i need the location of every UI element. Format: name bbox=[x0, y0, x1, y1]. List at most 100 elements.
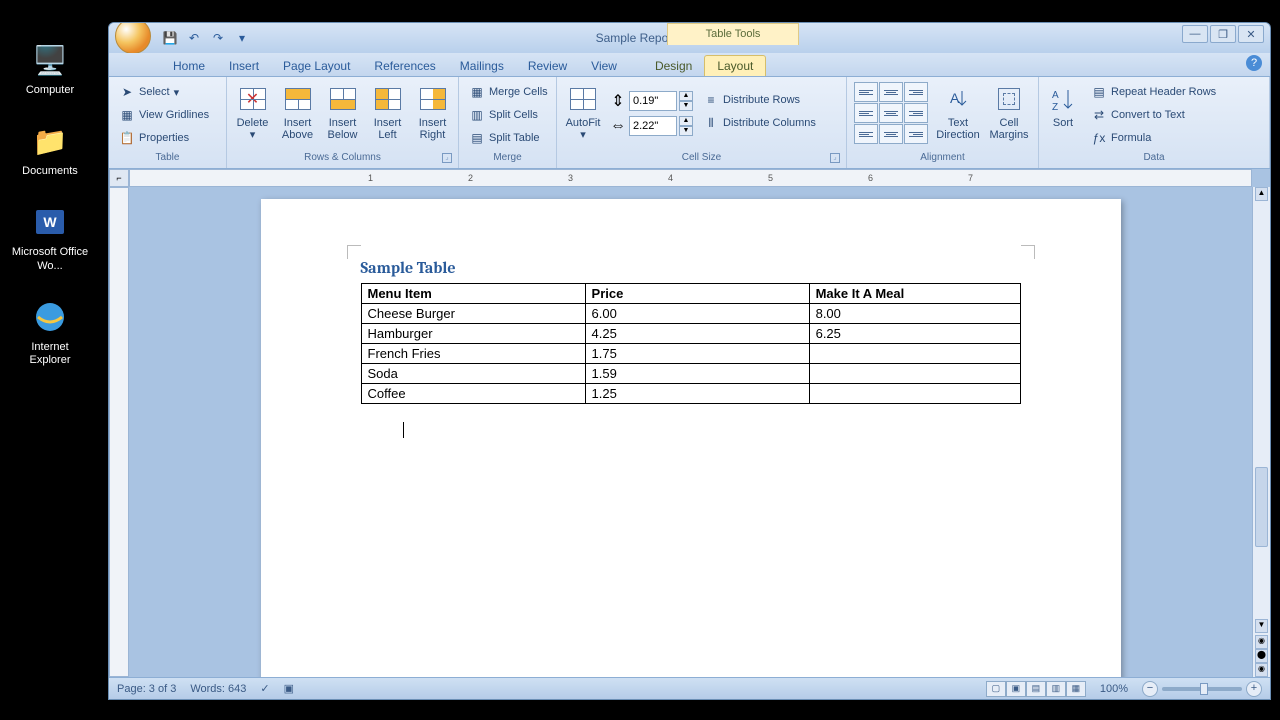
align-bc[interactable] bbox=[879, 124, 903, 144]
distribute-rows-button[interactable]: ≡Distribute Rows bbox=[699, 89, 820, 111]
page[interactable]: Sample Table Menu Item Price Make It A M… bbox=[261, 199, 1121, 677]
close-button[interactable]: ✕ bbox=[1238, 25, 1264, 43]
table-header-row[interactable]: Menu Item Price Make It A Meal bbox=[361, 284, 1020, 304]
tab-view[interactable]: View bbox=[579, 56, 629, 76]
repeat-header-button[interactable]: ▤Repeat Header Rows bbox=[1087, 81, 1220, 103]
tab-page-layout[interactable]: Page Layout bbox=[271, 56, 362, 76]
view-print-layout[interactable]: ▢ bbox=[986, 681, 1006, 697]
table-row[interactable]: French Fries1.75 bbox=[361, 344, 1020, 364]
zoom-slider[interactable] bbox=[1162, 687, 1242, 691]
view-draft[interactable]: ▦ bbox=[1066, 681, 1086, 697]
table-row[interactable]: Soda1.59 bbox=[361, 364, 1020, 384]
word-count[interactable]: Words: 643 bbox=[190, 683, 246, 695]
height-up[interactable]: ▲ bbox=[679, 91, 693, 101]
proofing-icon[interactable]: ✓ bbox=[260, 682, 269, 695]
sort-button[interactable]: AZ Sort bbox=[1043, 79, 1083, 151]
vertical-scrollbar[interactable]: ▲ ▼ ◉ ⬤ ◉ bbox=[1252, 187, 1270, 677]
save-button[interactable]: 💾 bbox=[161, 29, 179, 47]
merge-cells-button[interactable]: ▦Merge Cells bbox=[465, 81, 552, 103]
align-mc[interactable] bbox=[879, 103, 903, 123]
width-up[interactable]: ▲ bbox=[679, 116, 693, 126]
delete-button[interactable]: ✕ Delete▾ bbox=[231, 79, 274, 151]
insert-below-button[interactable]: Insert Below bbox=[321, 79, 364, 151]
cell-size-launcher[interactable]: ⌟ bbox=[830, 153, 840, 163]
row-height-icon: ⇕ bbox=[609, 92, 627, 110]
next-page[interactable]: ◉ bbox=[1255, 663, 1268, 677]
tab-layout[interactable]: Layout bbox=[704, 55, 766, 76]
align-bl[interactable] bbox=[854, 124, 878, 144]
row-height-input[interactable] bbox=[629, 91, 677, 111]
header-meal[interactable]: Make It A Meal bbox=[809, 284, 1020, 304]
desktop-icon-documents[interactable]: 📁 Documents bbox=[10, 121, 90, 178]
ruler-horizontal[interactable]: 1 2 3 4 5 6 7 bbox=[129, 169, 1252, 187]
header-price[interactable]: Price bbox=[585, 284, 809, 304]
qat-dropdown[interactable]: ▾ bbox=[233, 29, 251, 47]
dist-rows-icon: ≡ bbox=[703, 92, 719, 108]
document-heading[interactable]: Sample Table bbox=[361, 259, 1021, 277]
desktop-icon-ie[interactable]: Internet Explorer bbox=[10, 297, 90, 367]
insert-above-button[interactable]: Insert Above bbox=[276, 79, 319, 151]
undo-button[interactable]: ↶ bbox=[185, 29, 203, 47]
ruler-corner[interactable]: ⌐ bbox=[109, 169, 129, 187]
page-scroll[interactable]: Sample Table Menu Item Price Make It A M… bbox=[129, 187, 1252, 677]
align-tc[interactable] bbox=[879, 82, 903, 102]
header-menu-item[interactable]: Menu Item bbox=[361, 284, 585, 304]
view-web[interactable]: ▤ bbox=[1026, 681, 1046, 697]
split-table-button[interactable]: ▤Split Table bbox=[465, 127, 552, 149]
text-direction-button[interactable]: A Text Direction bbox=[933, 79, 983, 151]
zoom-in[interactable]: + bbox=[1246, 681, 1262, 697]
tab-review[interactable]: Review bbox=[516, 56, 579, 76]
view-full-screen[interactable]: ▣ bbox=[1006, 681, 1026, 697]
insert-right-button[interactable]: Insert Right bbox=[411, 79, 454, 151]
scroll-up[interactable]: ▲ bbox=[1255, 187, 1268, 201]
rows-cols-launcher[interactable]: ⌟ bbox=[442, 153, 452, 163]
maximize-button[interactable]: ❐ bbox=[1210, 25, 1236, 43]
tab-mailings[interactable]: Mailings bbox=[448, 56, 516, 76]
sample-table[interactable]: Menu Item Price Make It A Meal Cheese Bu… bbox=[361, 283, 1021, 404]
cell-margins-button[interactable]: Cell Margins bbox=[985, 79, 1033, 151]
browse-object[interactable]: ⬤ bbox=[1255, 649, 1268, 663]
zoom-out[interactable]: − bbox=[1142, 681, 1158, 697]
tab-references[interactable]: References bbox=[362, 56, 447, 76]
tab-design[interactable]: Design bbox=[643, 56, 704, 76]
tab-insert[interactable]: Insert bbox=[217, 56, 271, 76]
align-tr[interactable] bbox=[904, 82, 928, 102]
select-button[interactable]: ➤Select ▾ bbox=[115, 81, 213, 103]
desktop-icon-computer[interactable]: 🖥️ Computer bbox=[10, 40, 90, 97]
align-tl[interactable] bbox=[854, 82, 878, 102]
align-ml[interactable] bbox=[854, 103, 878, 123]
scroll-thumb[interactable] bbox=[1255, 467, 1268, 547]
table-row[interactable]: Coffee1.25 bbox=[361, 384, 1020, 404]
zoom-level[interactable]: 100% bbox=[1100, 683, 1128, 695]
zoom-thumb[interactable] bbox=[1200, 683, 1208, 695]
ruler-vertical[interactable] bbox=[109, 187, 129, 677]
insert-left-button[interactable]: Insert Left bbox=[366, 79, 409, 151]
view-outline[interactable]: ▥ bbox=[1046, 681, 1066, 697]
desktop-icon-word[interactable]: W Microsoft Office Wo... bbox=[10, 202, 90, 272]
autofit-button[interactable]: AutoFit▾ bbox=[561, 79, 605, 151]
prev-page[interactable]: ◉ bbox=[1255, 635, 1268, 649]
macro-icon[interactable]: ▣ bbox=[284, 682, 294, 695]
width-down[interactable]: ▼ bbox=[679, 126, 693, 136]
convert-text-button[interactable]: ⇄Convert to Text bbox=[1087, 104, 1220, 126]
distribute-cols-button[interactable]: ⦀Distribute Columns bbox=[699, 112, 820, 134]
formula-button[interactable]: ƒxFormula bbox=[1087, 127, 1220, 149]
redo-button[interactable]: ↷ bbox=[209, 29, 227, 47]
col-width-input[interactable] bbox=[629, 116, 677, 136]
view-gridlines-button[interactable]: ▦View Gridlines bbox=[115, 104, 213, 126]
office-button[interactable] bbox=[115, 22, 151, 54]
align-mr[interactable] bbox=[904, 103, 928, 123]
minimize-button[interactable]: — bbox=[1182, 25, 1208, 43]
split-cells-button[interactable]: ▥Split Cells bbox=[465, 104, 552, 126]
tab-home[interactable]: Home bbox=[161, 56, 217, 76]
height-down[interactable]: ▼ bbox=[679, 101, 693, 111]
align-br[interactable] bbox=[904, 124, 928, 144]
properties-button[interactable]: 📋Properties bbox=[115, 127, 213, 149]
page-status[interactable]: Page: 3 of 3 bbox=[117, 683, 176, 695]
properties-icon: 📋 bbox=[119, 130, 135, 146]
help-button[interactable]: ? bbox=[1246, 55, 1262, 71]
scroll-down[interactable]: ▼ bbox=[1255, 619, 1268, 633]
table-row[interactable]: Hamburger4.256.25 bbox=[361, 324, 1020, 344]
table-row[interactable]: Cheese Burger6.008.00 bbox=[361, 304, 1020, 324]
insert-left-icon bbox=[372, 83, 404, 115]
